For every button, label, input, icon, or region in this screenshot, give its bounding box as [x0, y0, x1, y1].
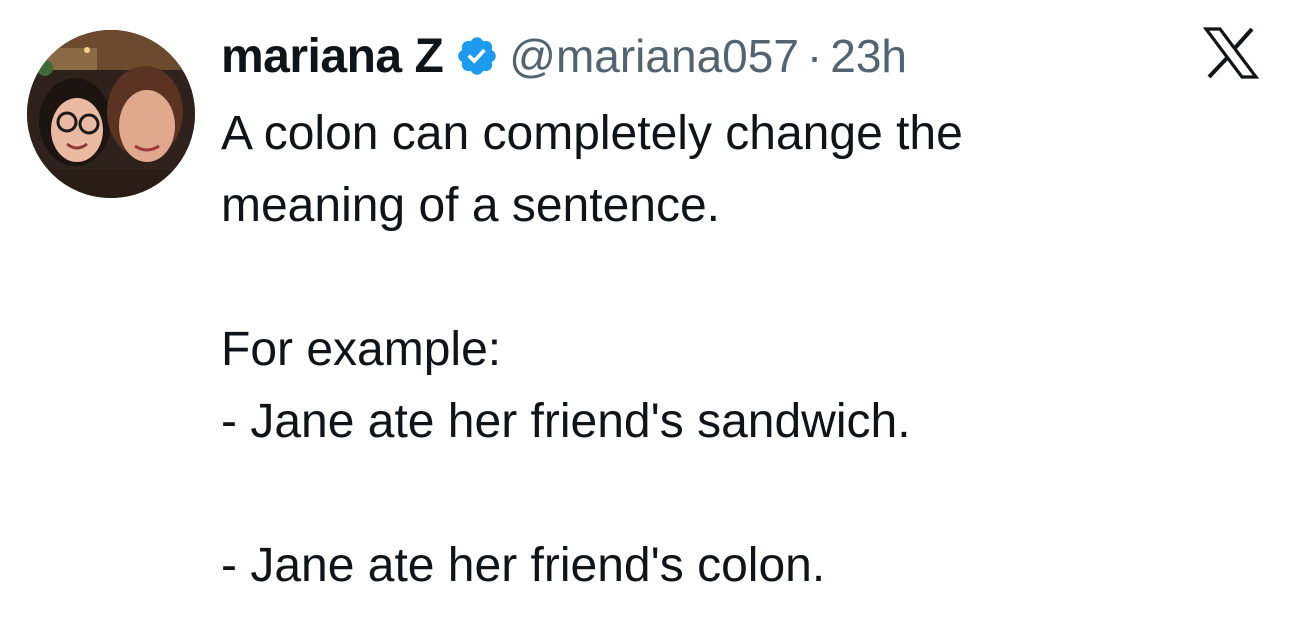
- tweet-body: A colon can completely change the meanin…: [221, 98, 1261, 602]
- tweet-card[interactable]: mariana Z @mariana057 · 23h A colon can …: [0, 0, 1290, 626]
- separator-dot: ·: [806, 30, 823, 82]
- verified-badge-icon[interactable]: [455, 34, 499, 78]
- tweet-header: mariana Z @mariana057 · 23h: [221, 24, 907, 88]
- x-logo-icon[interactable]: [1202, 26, 1260, 80]
- tweet-line: - Jane ate her friend's sandwich.: [221, 395, 911, 448]
- tweet-line: For example:: [221, 323, 502, 376]
- tweet-line: A colon can completely change the: [221, 107, 963, 160]
- author-avatar[interactable]: [27, 30, 195, 198]
- tweet-line: meaning of a sentence.: [221, 179, 721, 232]
- avatar-photo: [27, 30, 195, 198]
- tweet-line: - Jane ate her friend's colon.: [221, 539, 826, 592]
- author-handle[interactable]: @mariana057: [509, 29, 799, 83]
- tweet-timestamp[interactable]: 23h: [830, 29, 907, 83]
- author-display-name[interactable]: mariana Z: [221, 29, 444, 84]
